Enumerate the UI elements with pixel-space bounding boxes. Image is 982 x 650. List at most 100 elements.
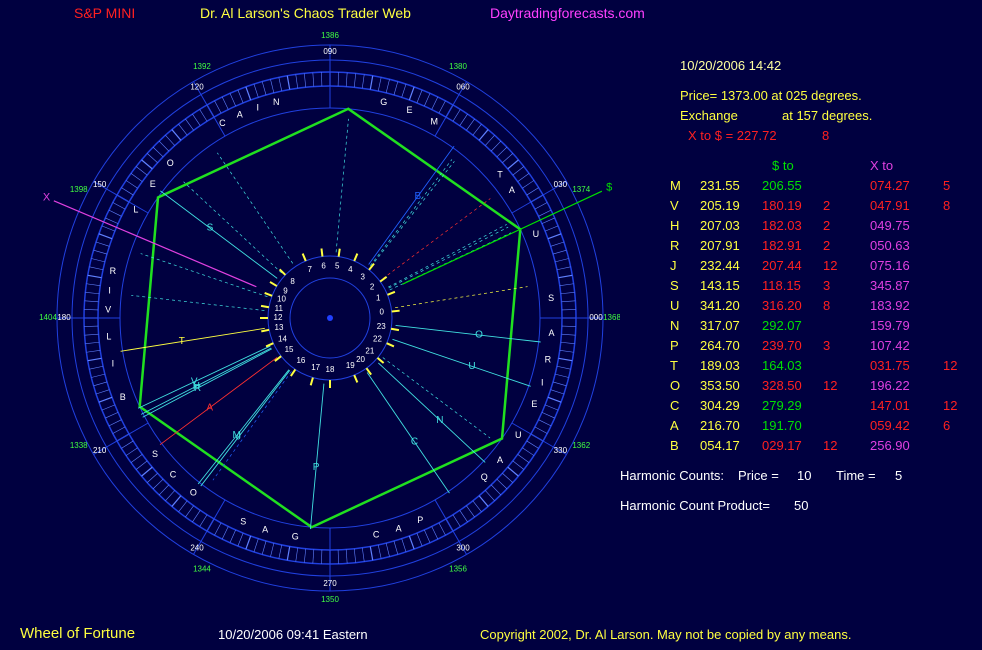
wheel-tick — [214, 100, 222, 114]
wheel-of-fortune-chart: 0000300600901201501802102402703003301368… — [39, 31, 620, 604]
degree-label: 030 — [554, 180, 568, 189]
wheel-tick — [502, 473, 514, 483]
wheel-tick — [558, 357, 573, 362]
dollar-to-value: 328.50 — [762, 378, 802, 393]
price-label: 1350 — [321, 595, 339, 604]
wheel-tick — [192, 113, 201, 126]
wheel-tick — [89, 365, 104, 370]
wheel-tick — [130, 173, 143, 182]
wheel-tick — [552, 249, 567, 255]
wheel-tick — [158, 140, 170, 152]
footer-copyright: Copyright 2002, Dr. Al Larson. May not b… — [480, 627, 852, 642]
hour-label: 10 — [277, 294, 286, 303]
planet-position: 232.44 — [700, 258, 740, 273]
wheel-tick — [93, 249, 108, 255]
info-exchange-value: at 157 degrees. — [782, 108, 873, 123]
wheel-tick — [561, 300, 576, 303]
wheel-tick — [393, 81, 399, 96]
wheel-tick — [408, 535, 415, 550]
zodiac-letter: L — [106, 332, 111, 342]
wheel-tick — [526, 187, 539, 196]
planet-symbol: S — [670, 278, 679, 293]
zodiac-letter: E — [150, 179, 156, 189]
wheel-tick — [496, 478, 508, 490]
wheel-tick — [438, 522, 446, 536]
hour-label: 21 — [365, 347, 374, 356]
wheel-tick — [472, 123, 482, 136]
zodiac-letter: V — [105, 305, 111, 315]
zodiac-letter: A — [396, 524, 402, 534]
degree-label: 300 — [456, 543, 470, 552]
price-label: 1362 — [572, 441, 590, 450]
zodiac-letter: S — [152, 449, 158, 459]
planet-line — [120, 327, 265, 352]
wheel-tick — [345, 549, 348, 564]
dollar-to-count: 2 — [823, 198, 831, 213]
price-label: 1338 — [70, 441, 88, 450]
wheel-tick — [199, 109, 208, 122]
planet-position: 054.17 — [700, 438, 740, 453]
planet-label: U — [468, 361, 475, 372]
wheel-tick — [130, 454, 143, 463]
zodiac-letter: G — [380, 97, 387, 107]
dollar-to-value: 182.91 — [762, 238, 802, 253]
planet-opposition-line — [388, 226, 509, 289]
wheel-tick — [245, 86, 252, 101]
wheel-tick — [558, 274, 573, 279]
wheel-tick — [556, 266, 571, 271]
dollar-to-value: 207.44 — [762, 258, 802, 273]
price-label: 1356 — [449, 564, 467, 573]
wheel-tick — [466, 118, 475, 131]
degree-label: 180 — [57, 313, 71, 322]
planet-label: O — [475, 330, 483, 341]
dollar-to-count: 3 — [823, 278, 831, 293]
wheel-tick — [490, 484, 502, 496]
wheel-tick — [178, 123, 188, 136]
wheel-tick — [541, 412, 555, 419]
planet-label: A — [206, 402, 213, 413]
planet-label: T — [179, 336, 185, 347]
degree-label: 270 — [323, 579, 337, 588]
wheel-tick — [559, 283, 574, 287]
hour-label: 5 — [335, 262, 340, 271]
wheel-tick — [550, 389, 565, 395]
zodiac-letter: C — [373, 530, 380, 540]
x-to-count: 12 — [943, 398, 958, 413]
wheel-tick — [552, 381, 567, 387]
wheel-tick — [108, 419, 122, 427]
zodiac-letter: A — [509, 185, 515, 195]
planet-position: 205.19 — [700, 198, 740, 213]
wheel-tick — [472, 500, 482, 513]
wheel-tick — [237, 532, 244, 547]
planet-opposition-line — [212, 371, 292, 481]
x-to-value: 074.27 — [870, 178, 910, 193]
wheel-tick — [221, 96, 229, 110]
wheel-tick — [93, 381, 108, 387]
dollar-to-value: 206.55 — [762, 178, 802, 193]
wheel-tick — [286, 75, 291, 90]
degree-label: 150 — [93, 180, 107, 189]
hour-label: 14 — [278, 334, 287, 343]
wheel-tick — [245, 535, 252, 550]
planet-symbol: B — [670, 438, 679, 453]
marker-line — [53, 200, 257, 288]
x-to-value: 256.90 — [870, 438, 910, 453]
wheel-tick — [278, 544, 283, 559]
wheel-tick — [303, 73, 307, 88]
dollar-to-value: 316.20 — [762, 298, 802, 313]
hour-tick — [337, 248, 341, 257]
wheel-tick — [385, 79, 390, 93]
hour-label: 0 — [379, 308, 384, 317]
wheel-tick — [108, 209, 122, 217]
wheel-tick — [507, 159, 519, 170]
wheel-tick — [171, 495, 182, 507]
wheel-tick — [555, 373, 569, 378]
dollar-to-count: 12 — [823, 438, 838, 453]
wheel-tick — [303, 548, 307, 563]
wheel-tick — [393, 540, 399, 555]
wheel-tick — [121, 440, 134, 449]
hour-label: 13 — [275, 323, 284, 332]
zodiac-letter: A — [497, 455, 503, 465]
wheel-tick — [278, 77, 283, 92]
wheel-tick — [438, 100, 446, 114]
